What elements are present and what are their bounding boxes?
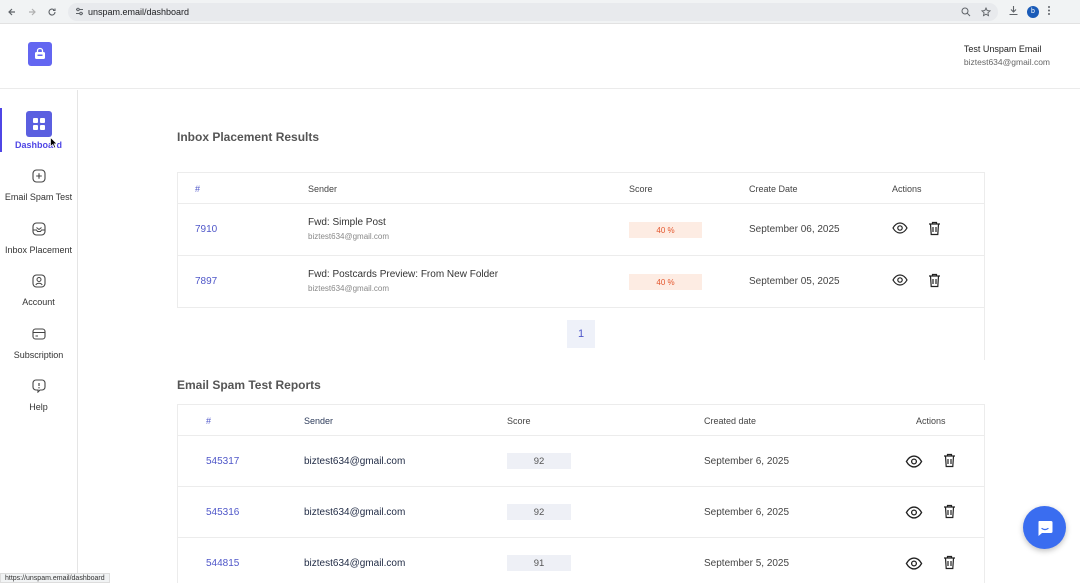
sidebar-item-inbox-placement[interactable]: Inbox Placement (0, 216, 77, 255)
browser-toolbar: unspam.email/dashboard b (0, 0, 1080, 24)
table-row: 545316 biztest634@gmail.com 92 September… (178, 487, 984, 538)
row-date: September 05, 2025 (749, 276, 840, 287)
row-subject: Fwd: Postcards Preview: From New Folder (308, 269, 499, 280)
profile-avatar[interactable]: b (1027, 5, 1039, 18)
inbox-icon (26, 216, 52, 242)
column-header-score: Score (507, 416, 531, 426)
back-icon[interactable] (2, 2, 22, 22)
row-email: biztest634@gmail.com (308, 232, 390, 241)
spam-reports-title: Email Spam Test Reports (177, 378, 321, 392)
status-bar-url: https://unspam.email/dashboard (0, 573, 110, 583)
column-header-create-date: Create Date (749, 184, 798, 194)
credit-card-icon (26, 321, 52, 347)
address-bar[interactable]: unspam.email/dashboard (68, 2, 998, 21)
table-row: 545317 biztest634@gmail.com 92 September… (178, 436, 984, 487)
zoom-icon[interactable] (960, 6, 972, 18)
sidebar: Dashboard Email Spam Test Inbox Placemen… (0, 90, 78, 583)
column-header-id: # (206, 416, 212, 426)
row-subject: Fwd: Simple Post (308, 217, 386, 228)
bookmark-star-icon[interactable] (980, 6, 992, 18)
sidebar-item-email-spam-test[interactable]: Email Spam Test (0, 163, 77, 202)
table-header: # Sender Score Created date Actions (178, 405, 984, 436)
sidebar-item-label: Inbox Placement (4, 245, 73, 255)
column-header-sender: Sender (308, 184, 338, 194)
row-id-link[interactable]: 545316 (206, 507, 239, 518)
row-sender: Fwd: Simple Post biztest634@gmail.com (308, 217, 389, 241)
inbox-placement-table: # Sender Score Create Date Actions 7910 … (177, 172, 985, 308)
download-icon[interactable] (1008, 3, 1019, 21)
sidebar-item-label: Email Spam Test (4, 192, 73, 202)
score-badge: 91 (507, 555, 571, 571)
column-header-actions: Actions (916, 416, 946, 426)
row-date: September 6, 2025 (704, 507, 790, 518)
forward-icon[interactable] (22, 2, 42, 22)
row-date: September 6, 2025 (704, 456, 790, 467)
table-row: 7910 Fwd: Simple Post biztest634@gmail.c… (178, 204, 984, 256)
score-badge: 92 (507, 453, 571, 469)
score-badge: 92 (507, 504, 571, 520)
row-date: September 5, 2025 (704, 558, 790, 569)
view-eye-icon[interactable] (905, 452, 923, 470)
sidebar-item-label: Subscription (13, 350, 64, 360)
help-icon (26, 373, 52, 399)
sidebar-item-account[interactable]: Account (0, 268, 77, 307)
column-header-created-date: Created date (704, 416, 757, 426)
view-eye-icon[interactable] (905, 554, 923, 572)
row-id-link[interactable]: 545317 (206, 456, 239, 467)
spam-reports-table: # Sender Score Created date Actions 5453… (177, 404, 985, 583)
url-text: unspam.email/dashboard (88, 6, 190, 17)
browser-menu-icon[interactable] (1047, 3, 1051, 21)
row-id-link[interactable]: 544815 (206, 558, 239, 569)
site-settings-icon[interactable] (74, 7, 84, 17)
row-sender: biztest634@gmail.com (304, 456, 406, 467)
sidebar-item-help[interactable]: Help (0, 373, 77, 412)
mouse-cursor-icon (50, 137, 58, 149)
delete-trash-icon[interactable] (940, 451, 958, 469)
app-header: Test Unspam Email biztest634@gmail.com (0, 25, 1080, 89)
row-sender: biztest634@gmail.com (304, 558, 406, 569)
table-row: 7897 Fwd: Postcards Preview: From New Fo… (178, 256, 984, 308)
reload-icon[interactable] (42, 2, 62, 22)
pagination-page-1[interactable]: 1 (567, 320, 595, 348)
sidebar-item-label: Account (22, 297, 55, 307)
delete-trash-icon[interactable] (940, 553, 958, 571)
delete-trash-icon[interactable] (925, 271, 943, 289)
chat-bubble-icon (1037, 520, 1052, 536)
table-header: # Sender Score Create Date Actions (178, 173, 984, 204)
view-eye-icon[interactable] (891, 219, 909, 237)
score-badge: 40 % (629, 274, 702, 290)
column-header-actions: Actions (892, 184, 922, 194)
view-eye-icon[interactable] (891, 271, 909, 289)
delete-trash-icon[interactable] (940, 502, 958, 520)
sidebar-item-label: Dashboard (14, 140, 62, 150)
score-badge: 40 % (629, 222, 702, 238)
row-sender: biztest634@gmail.com (304, 507, 406, 518)
row-id-link[interactable]: 7910 (195, 224, 217, 235)
row-date: September 06, 2025 (749, 224, 840, 235)
column-header-score: Score (629, 184, 653, 194)
user-name: Test Unspam Email (963, 44, 1042, 54)
sidebar-item-subscription[interactable]: Subscription (0, 321, 77, 360)
row-email: biztest634@gmail.com (308, 284, 390, 293)
grid-icon (25, 111, 52, 137)
inbox-placement-title: Inbox Placement Results (177, 130, 320, 144)
unspam-logo[interactable] (28, 42, 52, 66)
plus-square-icon (26, 163, 52, 189)
sidebar-item-label: Help (29, 402, 48, 412)
column-header-sender: Sender (304, 416, 334, 426)
sidebar-item-dashboard[interactable]: Dashboard (0, 111, 77, 150)
row-id-link[interactable]: 7897 (195, 276, 217, 287)
column-header-id: # (195, 184, 201, 194)
user-info[interactable]: Test Unspam Email biztest634@gmail.com (964, 44, 1050, 67)
chat-widget-button[interactable] (1023, 506, 1066, 549)
table-border (984, 308, 985, 360)
view-eye-icon[interactable] (905, 503, 923, 521)
table-row: 544815 biztest634@gmail.com 91 September… (178, 538, 984, 583)
user-icon (26, 268, 52, 294)
row-sender: Fwd: Postcards Preview: From New Folder … (308, 269, 498, 293)
user-email: biztest634@gmail.com (963, 57, 1050, 67)
delete-trash-icon[interactable] (925, 219, 943, 237)
